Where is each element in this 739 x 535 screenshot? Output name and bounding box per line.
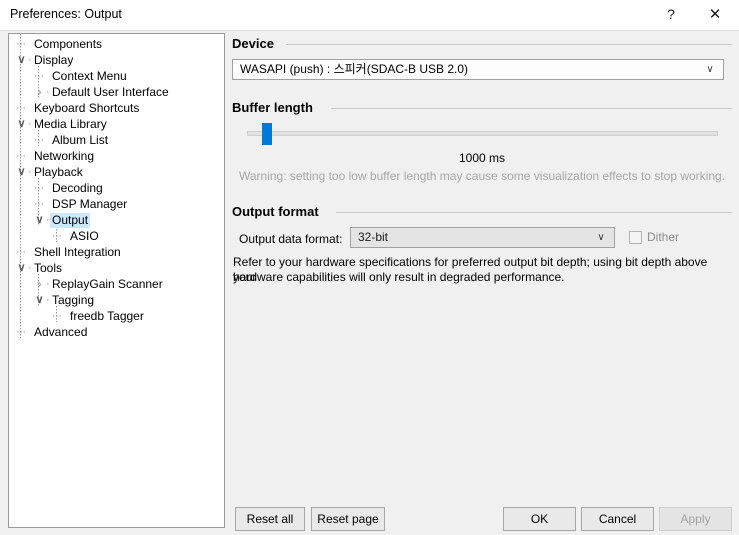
output-data-format-value: 32-bit <box>358 230 389 244</box>
chevron-down-icon[interactable] <box>33 292 46 308</box>
sidebar-item-label: DSP Manager <box>52 197 128 211</box>
sidebar-item-label: ReplayGain Scanner <box>52 277 163 291</box>
sidebar-item-label: Playback <box>34 165 83 179</box>
chevron-down-icon <box>594 228 608 247</box>
tree-connector-icon: ··· <box>34 70 44 82</box>
tree-connector-icon: · <box>46 278 50 290</box>
tree-connector-icon: ··· <box>16 38 26 50</box>
buffer-length-slider-track[interactable] <box>247 131 718 136</box>
sidebar-item-tagging[interactable]: ·Tagging <box>9 292 224 308</box>
sidebar-item-label: Tagging <box>52 293 95 307</box>
sidebar-item-label: Keyboard Shortcuts <box>34 101 140 115</box>
sidebar-item-label: Tools <box>34 261 63 275</box>
tree-connector-icon: · <box>46 86 50 98</box>
tree-connector-icon: · <box>28 54 32 66</box>
sidebar-item-label: Display <box>34 53 74 67</box>
output-format-section-rule <box>336 212 732 213</box>
apply-button[interactable]: Apply <box>659 507 732 531</box>
chevron-down-icon[interactable] <box>15 260 28 276</box>
sidebar-item-components[interactable]: ··· Components <box>9 36 224 52</box>
sidebar-item-shell-integration[interactable]: ··· Shell Integration <box>9 244 224 260</box>
sidebar-item-label: freedb Tagger <box>70 309 144 323</box>
tree-connector-icon: · <box>28 166 32 178</box>
title-bar: Preferences: Output ? ✕ <box>0 0 739 31</box>
chevron-down-icon <box>703 60 717 79</box>
sidebar-item-label: Output <box>50 213 91 228</box>
chevron-right-icon[interactable] <box>33 84 46 101</box>
sidebar-item-playback[interactable]: ·Playback <box>9 164 224 180</box>
tree-connector-icon: ··· <box>34 182 44 194</box>
buffer-length-warning: Warning: setting too low buffer length m… <box>238 169 726 183</box>
output-format-hint-line2: hardware capabilities will only result i… <box>233 270 565 284</box>
sidebar-item-label: Components <box>34 37 103 51</box>
sidebar-item-networking[interactable]: ··· Networking <box>9 148 224 164</box>
tree-connector-icon: · <box>46 214 50 226</box>
ok-button[interactable]: OK <box>503 507 576 531</box>
sidebar-item-tools[interactable]: ·Tools <box>9 260 224 276</box>
device-section-header: Device <box>232 36 274 51</box>
sidebar-item-freedb-tagger[interactable]: ··· freedb Tagger <box>9 308 224 324</box>
tree-connector-icon: ··· <box>16 326 26 338</box>
chevron-down-icon[interactable] <box>15 164 28 180</box>
sidebar-item-output[interactable]: ·Output <box>9 212 224 228</box>
sidebar-item-label: Networking <box>34 149 95 163</box>
dither-checkbox[interactable] <box>629 231 642 244</box>
dither-label: Dither <box>647 230 680 244</box>
tree-connector-icon: ··· <box>34 198 44 210</box>
chevron-down-icon[interactable] <box>33 212 46 228</box>
tree-connector-icon: ··· <box>16 102 26 114</box>
settings-panel: Device WASAPI (push) : 스피커(SDAC-B USB 2.… <box>231 33 733 493</box>
sidebar-item-label: Album List <box>52 133 109 147</box>
sidebar-item-asio[interactable]: ··· ASIO <box>9 228 224 244</box>
device-section-rule <box>286 44 732 45</box>
tree-connector-icon: ··· <box>52 230 62 242</box>
sidebar-item-dsp-manager[interactable]: ··· DSP Manager <box>9 196 224 212</box>
chevron-down-icon[interactable] <box>15 116 28 132</box>
sidebar-item-label: Default User Interface <box>52 85 169 99</box>
sidebar-item-label: Context Menu <box>52 69 127 83</box>
output-data-format-label: Output data format: <box>239 232 343 246</box>
tree-items-container: ···Components·Display···Context Menu·Def… <box>9 34 224 340</box>
sidebar-item-display[interactable]: ·Display <box>9 52 224 68</box>
sidebar-item-label: ASIO <box>70 229 99 243</box>
reset-all-button[interactable]: Reset all <box>235 507 305 531</box>
window-title: Preferences: Output <box>10 7 122 21</box>
sidebar-item-album-list[interactable]: ··· Album List <box>9 132 224 148</box>
buffer-length-value: 1000 ms <box>458 151 506 165</box>
sidebar-item-label: Decoding <box>52 181 103 195</box>
reset-page-button[interactable]: Reset page <box>311 507 385 531</box>
chevron-down-icon[interactable] <box>15 52 28 68</box>
sidebar-item-default-user-interface[interactable]: ·Default User Interface <box>9 84 224 100</box>
tree-connector-icon: ··· <box>34 134 44 146</box>
device-combobox-value: WASAPI (push) : 스피커(SDAC-B USB 2.0) <box>240 62 469 76</box>
device-combobox[interactable]: WASAPI (push) : 스피커(SDAC-B USB 2.0) <box>232 59 724 80</box>
output-data-format-combobox[interactable]: 32-bit <box>350 227 615 248</box>
chevron-right-icon[interactable] <box>33 276 46 293</box>
sidebar-item-label: Shell Integration <box>34 245 121 259</box>
buffer-length-slider-thumb[interactable] <box>262 123 272 145</box>
close-icon[interactable]: ✕ <box>693 0 737 29</box>
tree-connector-icon: · <box>28 262 32 274</box>
cancel-button[interactable]: Cancel <box>581 507 654 531</box>
help-icon[interactable]: ? <box>649 0 693 29</box>
sidebar-item-context-menu[interactable]: ··· Context Menu <box>9 68 224 84</box>
preferences-tree[interactable]: ···Components·Display···Context Menu·Def… <box>8 33 225 528</box>
tree-connector-icon: · <box>28 118 32 130</box>
output-format-section-header: Output format <box>232 204 319 219</box>
tree-connector-icon: ··· <box>16 150 26 162</box>
sidebar-item-label: Advanced <box>34 325 88 339</box>
sidebar-item-label: Media Library <box>34 117 107 131</box>
sidebar-item-keyboard-shortcuts[interactable]: ··· Keyboard Shortcuts <box>9 100 224 116</box>
tree-connector-icon: ··· <box>16 246 26 258</box>
buffer-section-rule <box>331 108 732 109</box>
buffer-section-header: Buffer length <box>232 100 313 115</box>
tree-connector-icon: ··· <box>52 310 62 322</box>
sidebar-item-replaygain-scanner[interactable]: ·ReplayGain Scanner <box>9 276 224 292</box>
tree-connector-icon: · <box>46 294 50 306</box>
sidebar-item-media-library[interactable]: ·Media Library <box>9 116 224 132</box>
sidebar-item-advanced[interactable]: ··· Advanced <box>9 324 224 340</box>
sidebar-item-decoding[interactable]: ··· Decoding <box>9 180 224 196</box>
